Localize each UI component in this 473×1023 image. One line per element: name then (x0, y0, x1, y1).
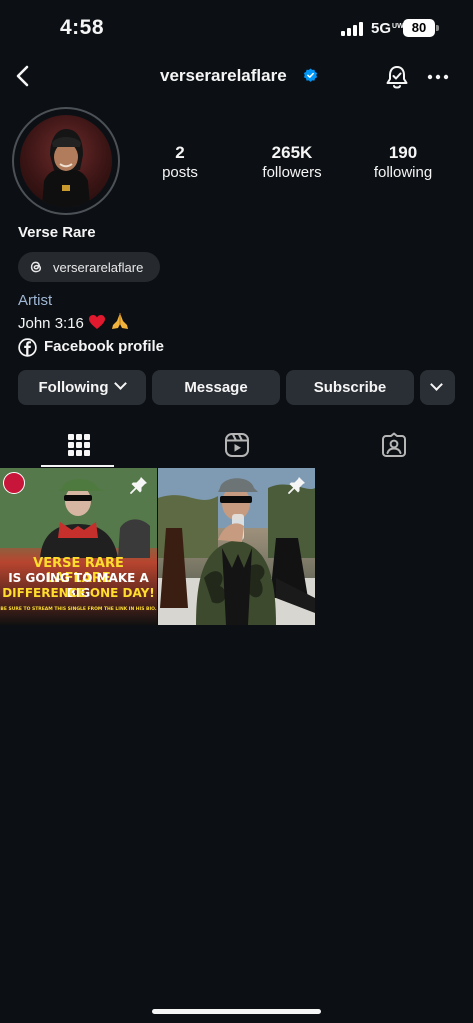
post-grid: VERSE RARE LAFLARE IS GOING TO MAKE A BI… (0, 468, 473, 626)
facebook-icon (18, 338, 37, 357)
verified-icon (303, 68, 318, 82)
pray-emoji-icon (112, 313, 129, 329)
posts-count: 2 (175, 143, 185, 162)
status-bar: 4:58 5GUW 80 (0, 0, 473, 56)
following-count: 190 (388, 143, 418, 162)
threads-badge[interactable]: verserarelaflare (18, 252, 160, 282)
back-icon[interactable] (10, 62, 38, 90)
posts-stat[interactable]: 2 posts (130, 143, 230, 182)
avatar-photo (42, 129, 90, 207)
bell-icon[interactable] (383, 63, 411, 91)
tagged-icon (382, 432, 406, 457)
profile-tabs (0, 424, 473, 468)
network-suffix: UW (392, 23, 404, 30)
message-button[interactable]: Message (152, 370, 280, 405)
status-time: 4:58 (60, 16, 105, 39)
following-button-label: Following (38, 379, 109, 396)
pin-icon (288, 477, 305, 494)
bio-text: John 3:16 (18, 312, 130, 332)
signal-icon (341, 22, 363, 36)
following-label: following (373, 164, 433, 181)
chevron-down-icon (114, 377, 128, 390)
threads-icon (30, 261, 42, 273)
followers-count: 265K (271, 143, 313, 162)
post-headline: DIFFERENCE ONE DAY! (2, 586, 155, 600)
followers-label: followers (262, 164, 322, 181)
post-caption: BE SURE TO STREAM THIS SINGLE FROM THE L… (0, 607, 157, 612)
facebook-link-label: Facebook profile (44, 338, 165, 355)
posts-label: posts (162, 164, 198, 181)
message-button-label: Message (184, 379, 248, 396)
battery-icon: 80 (403, 19, 435, 37)
following-stat[interactable]: 190 following (353, 143, 453, 182)
top-nav: verserarelaflare (0, 56, 473, 100)
threads-handle: verserarelaflare (53, 260, 144, 275)
display-name: Verse Rare (18, 224, 96, 241)
following-button[interactable]: Following (18, 370, 146, 405)
grid-icon (68, 434, 90, 456)
pin-icon (130, 477, 147, 494)
post-logo-badge (3, 472, 25, 494)
username-title: verserarelaflare (160, 66, 287, 85)
tab-tagged[interactable] (315, 424, 473, 468)
network-indicator: 5GUW (371, 20, 404, 37)
category-label: Artist (18, 292, 53, 309)
followers-stat[interactable]: 265K followers (242, 143, 342, 182)
network-type: 5G (371, 20, 392, 37)
suggested-accounts-button[interactable] (420, 370, 455, 405)
bio-verse: John 3:16 (18, 315, 84, 332)
home-indicator[interactable] (152, 1009, 321, 1014)
chevron-down-icon (430, 378, 443, 391)
heart-emoji-icon (89, 315, 106, 329)
battery-tip (436, 25, 439, 31)
post-tile[interactable] (158, 468, 315, 625)
tab-reels[interactable] (158, 424, 316, 468)
subscribe-button-label: Subscribe (313, 379, 387, 396)
avatar[interactable] (20, 115, 112, 207)
subscribe-button[interactable]: Subscribe (286, 370, 414, 405)
post-tile[interactable]: VERSE RARE LAFLARE IS GOING TO MAKE A BI… (0, 468, 157, 625)
active-tab-indicator (41, 465, 114, 467)
reels-icon (225, 433, 249, 457)
more-icon[interactable] (424, 64, 452, 90)
tab-grid[interactable] (0, 424, 158, 468)
